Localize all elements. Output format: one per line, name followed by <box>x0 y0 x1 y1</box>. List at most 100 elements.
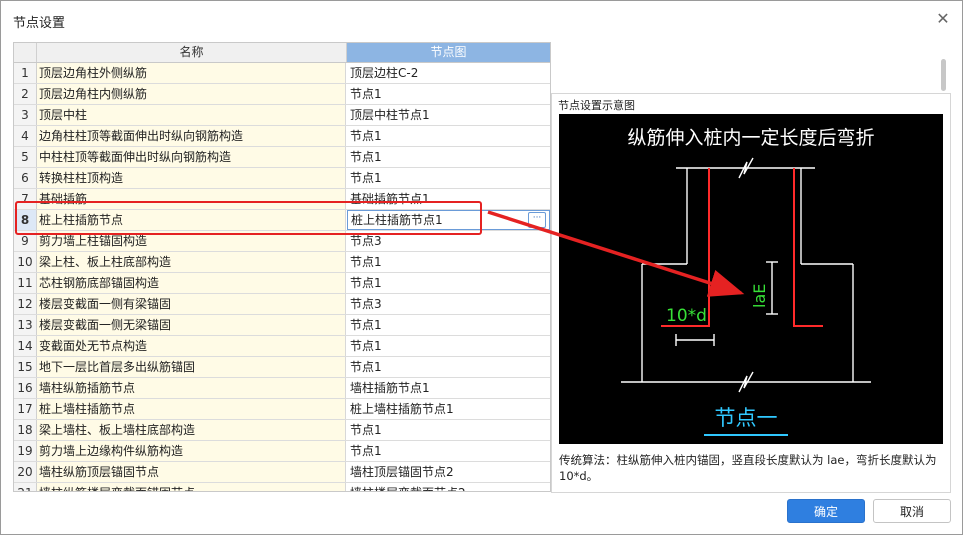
table-row[interactable]: 20 墙柱纵筋顶层锚固节点 墙柱顶层锚固节点2 <box>14 462 550 483</box>
row-node-cell[interactable]: 节点1 <box>347 336 550 356</box>
row-number: 15 <box>14 357 37 377</box>
scrollbar[interactable] <box>938 55 950 93</box>
row-node-cell[interactable]: 节点1 <box>347 126 550 146</box>
row-name-cell[interactable]: 梁上柱、板上柱底部构造 <box>37 252 346 272</box>
row-node-cell[interactable]: 节点1 <box>347 147 550 167</box>
preview-title: 节点设置示意图 <box>558 99 635 112</box>
row-number: 14 <box>14 336 37 356</box>
row-name-cell[interactable]: 顶层边角柱内侧纵筋 <box>37 84 346 104</box>
table-row[interactable]: 1 顶层边角柱外侧纵筋 顶层边柱C-2 <box>14 63 550 84</box>
node-caption: 节点一 <box>715 406 778 430</box>
row-number: 11 <box>14 273 37 293</box>
row-number: 3 <box>14 105 37 125</box>
row-node-cell[interactable]: 节点1 <box>347 441 550 461</box>
row-number: 19 <box>14 441 37 461</box>
row-name-cell[interactable]: 墙柱纵筋顶层锚固节点 <box>37 462 346 482</box>
table-row[interactable]: 2 顶层边角柱内侧纵筋 节点1 <box>14 84 550 105</box>
diagram-heading: 纵筋伸入桩内一定长度后弯折 <box>627 127 874 149</box>
row-node-cell[interactable]: 节点1 <box>347 252 550 272</box>
row-number: 18 <box>14 420 37 440</box>
row-name-cell[interactable]: 剪力墙上柱锚固构造 <box>37 231 346 251</box>
node-settings-dialog: 节点设置 ✕ 名称 节点图 1 顶层边角柱外侧纵筋 顶层边柱C-2 2 顶层边角柱内侧纵… <box>0 0 963 535</box>
preview-panel: 节点设置示意图 纵筋伸入桩内一定长度后弯折 10*d laE 节点一 传统算法：… <box>551 93 951 493</box>
row-name-cell[interactable]: 边角柱柱顶等截面伸出时纵向钢筋构造 <box>37 126 346 146</box>
row-name-cell[interactable]: 顶层中柱 <box>37 105 346 125</box>
method-description: 传统算法：柱纵筋伸入桩内锚固，竖直段长度默认为 lae，弯折长度默认为 10*d… <box>559 453 937 483</box>
row-node-cell[interactable]: 节点1 <box>347 357 550 377</box>
row-node-cell[interactable]: 节点3 <box>347 231 550 251</box>
row-node-cell[interactable]: 节点1 <box>347 84 550 104</box>
table-row[interactable]: 15 地下一层比首层多出纵筋锚固 节点1 <box>14 357 550 378</box>
row-node-cell[interactable]: 顶层中柱节点1 <box>347 105 550 125</box>
confirm-button[interactable]: 确定 <box>787 499 865 523</box>
row-name-cell[interactable]: 楼层变截面一侧无梁锚固 <box>37 315 346 335</box>
node-diagram: 纵筋伸入桩内一定长度后弯折 10*d laE 节点一 <box>559 114 943 444</box>
row-number: 12 <box>14 294 37 314</box>
row-name-cell[interactable]: 芯柱钢筋底部锚固构造 <box>37 273 346 293</box>
close-icon[interactable]: ✕ <box>933 9 953 29</box>
table-row[interactable]: 5 中柱柱顶等截面伸出时纵向钢筋构造 节点1 <box>14 147 550 168</box>
row-number: 1 <box>14 63 37 83</box>
row-number: 2 <box>14 84 37 104</box>
row-node-cell[interactable]: 顶层边柱C-2 <box>347 63 550 83</box>
row-node-cell[interactable]: 桩上柱插筋节点1 <box>347 210 550 230</box>
scrollbar-thumb[interactable] <box>941 59 946 91</box>
row-number: 13 <box>14 315 37 335</box>
row-name-cell[interactable]: 墙柱纵筋插筋节点 <box>37 378 346 398</box>
column-header-node[interactable]: 节点图 <box>347 43 550 62</box>
row-node-cell[interactable]: 桩上墙柱插筋节点1 <box>347 399 550 419</box>
row-name-cell[interactable]: 地下一层比首层多出纵筋锚固 <box>37 357 346 377</box>
column-header-name[interactable]: 名称 <box>37 43 347 62</box>
row-number: 16 <box>14 378 37 398</box>
table-row[interactable]: 10 梁上柱、板上柱底部构造 节点1 <box>14 252 550 273</box>
row-node-cell[interactable]: 墙柱楼层变截面节点2 <box>347 483 550 491</box>
row-node-cell[interactable]: 节点1 <box>347 273 550 293</box>
node-table: 名称 节点图 1 顶层边角柱外侧纵筋 顶层边柱C-2 2 顶层边角柱内侧纵筋 节点1 3 顶层… <box>13 42 551 492</box>
row-number: 17 <box>14 399 37 419</box>
table-body: 1 顶层边角柱外侧纵筋 顶层边柱C-2 2 顶层边角柱内侧纵筋 节点1 3 顶层中柱 顶层中柱节… <box>14 63 550 491</box>
row-name-cell[interactable]: 顶层边角柱外侧纵筋 <box>37 63 346 83</box>
cancel-button[interactable]: 取消 <box>873 499 951 523</box>
row-number: 9 <box>14 231 37 251</box>
row-node-cell[interactable]: 墙柱插筋节点1 <box>347 378 550 398</box>
ellipsis-button[interactable]: ··· <box>528 212 546 228</box>
table-row[interactable]: 19 剪力墙上边缘构件纵筋构造 节点1 <box>14 441 550 462</box>
table-row[interactable]: 14 变截面处无节点构造 节点1 <box>14 336 550 357</box>
row-name-cell[interactable]: 桩上墙柱插筋节点 <box>37 399 346 419</box>
row-node-cell[interactable]: 节点3 <box>347 294 550 314</box>
table-row[interactable]: 9 剪力墙上柱锚固构造 节点3 <box>14 231 550 252</box>
row-name-cell[interactable]: 梁上墙柱、板上墙柱底部构造 <box>37 420 346 440</box>
row-name-cell[interactable]: 基础插筋 <box>37 189 346 209</box>
row-name-cell[interactable]: 剪力墙上边缘构件纵筋构造 <box>37 441 346 461</box>
row-node-cell[interactable]: 节点1 <box>347 420 550 440</box>
table-row[interactable]: 16 墙柱纵筋插筋节点 墙柱插筋节点1 <box>14 378 550 399</box>
title-bar: 节点设置 ✕ <box>1 1 962 39</box>
row-name-cell[interactable]: 变截面处无节点构造 <box>37 336 346 356</box>
row-number: 20 <box>14 462 37 482</box>
dialog-title: 节点设置 <box>13 16 66 31</box>
row-name-cell[interactable]: 楼层变截面一侧有梁锚固 <box>37 294 346 314</box>
row-number: 10 <box>14 252 37 272</box>
table-row[interactable]: 11 芯柱钢筋底部锚固构造 节点1 <box>14 273 550 294</box>
table-row[interactable]: 21墙柱纵筋楼层变截面锚固节点墙柱楼层变截面节点2 <box>14 483 550 491</box>
row-node-cell[interactable]: 节点1 <box>347 168 550 188</box>
table-row[interactable]: 13 楼层变截面一侧无梁锚固 节点1 <box>14 315 550 336</box>
table-row[interactable]: 18 梁上墙柱、板上墙柱底部构造 节点1 <box>14 420 550 441</box>
row-name-cell[interactable]: 桩上柱插筋节点 <box>37 210 346 230</box>
row-name-cell[interactable]: 中柱柱顶等截面伸出时纵向钢筋构造 <box>37 147 346 167</box>
row-name-cell[interactable]: 转换柱柱顶构造 <box>37 168 346 188</box>
table-row[interactable]: 12 楼层变截面一侧有梁锚固 节点3 <box>14 294 550 315</box>
table-row[interactable]: 7 基础插筋 基础插筋节点1 <box>14 189 550 210</box>
table-row[interactable]: 6 转换柱柱顶构造 节点1 <box>14 168 550 189</box>
row-number: 7 <box>14 189 37 209</box>
table-row[interactable]: 4 边角柱柱顶等截面伸出时纵向钢筋构造 节点1 <box>14 126 550 147</box>
table-row[interactable]: 17 桩上墙柱插筋节点 桩上墙柱插筋节点1 <box>14 399 550 420</box>
row-node-cell[interactable]: 墙柱顶层锚固节点2 <box>347 462 550 482</box>
row-name-cell[interactable]: 墙柱纵筋楼层变截面锚固节点 <box>37 483 346 491</box>
table-row[interactable]: 8 桩上柱插筋节点 桩上柱插筋节点1 ··· <box>14 210 550 231</box>
bend-length-label: 10*d <box>666 306 707 326</box>
row-node-cell[interactable]: 基础插筋节点1 <box>347 189 550 209</box>
row-node-cell[interactable]: 节点1 <box>347 315 550 335</box>
table-header: 名称 节点图 <box>14 43 550 63</box>
table-row[interactable]: 3 顶层中柱 顶层中柱节点1 <box>14 105 550 126</box>
